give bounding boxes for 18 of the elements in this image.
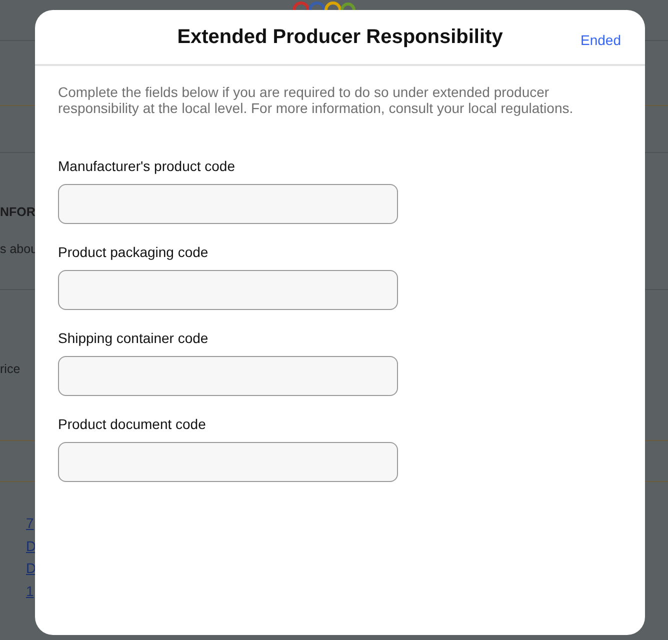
description-text: Complete the fields below if you are required to do so under extended producer responsibility at the local level. For more information, consult your local regulations.: [58, 84, 574, 116]
input-field[interactable]: [58, 270, 398, 310]
page-link[interactable]: 7: [26, 512, 34, 535]
input-field[interactable]: [58, 356, 398, 396]
logo-icon: [292, 0, 356, 10]
field-label: Manufacturer's product code: [58, 157, 235, 176]
page-link[interactable]: D: [26, 534, 36, 558]
dialog-title: Extended Producer Responsibility: [177, 25, 503, 49]
field-label: Product document code: [58, 415, 206, 434]
field-label: Product packaging code: [58, 243, 208, 262]
field-label: Shipping container code: [58, 329, 208, 348]
section-heading: NFOR: [0, 204, 36, 221]
input-field[interactable]: [58, 184, 398, 224]
input-field[interactable]: [58, 442, 398, 482]
ended-link[interactable]: Ended: [580, 30, 621, 51]
page-link[interactable]: D: [26, 557, 36, 580]
price-label: rice: [0, 360, 20, 378]
page-link[interactable]: 1: [26, 580, 34, 602]
